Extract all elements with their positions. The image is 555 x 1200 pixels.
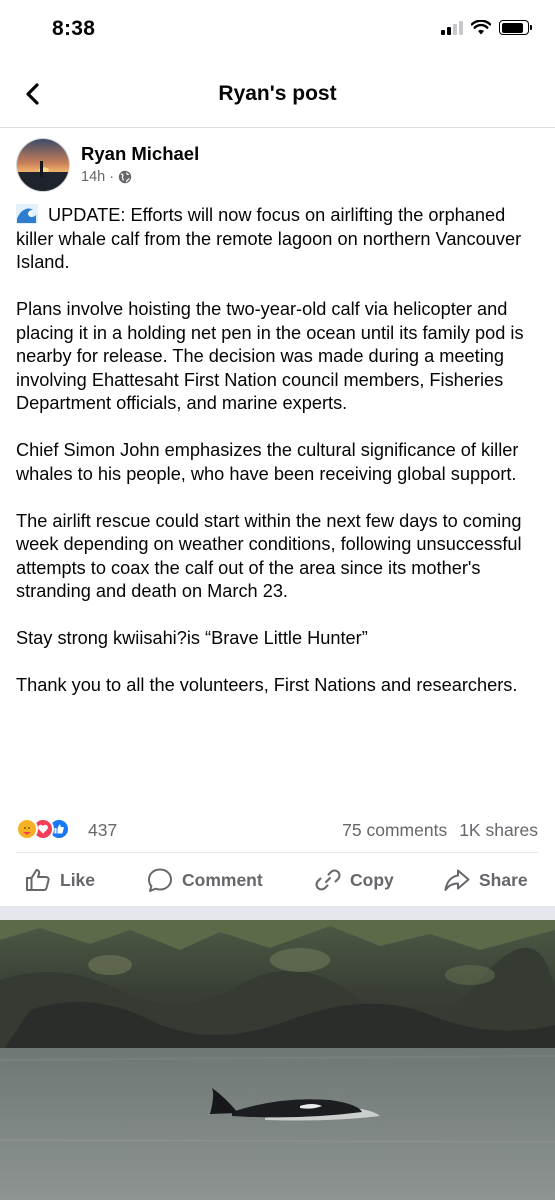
status-icons [441, 20, 532, 35]
post-paragraph-5: Stay strong kwiisahi?is “Brave Little Hu… [16, 628, 368, 648]
meta-separator: · [109, 169, 115, 185]
reaction-icons[interactable] [16, 818, 70, 840]
share-icon [444, 869, 470, 891]
actions-row: Like Comment Copy Share [0, 860, 555, 904]
post-paragraph-2: Plans involve hoisting the two-year-old … [16, 299, 524, 413]
copy-label: Copy [350, 869, 394, 890]
wifi-icon [471, 20, 491, 35]
copy-button[interactable]: Copy [314, 866, 394, 894]
post-paragraph-4: The airlift rescue could start within th… [16, 510, 522, 602]
post-meta: 14h · [81, 169, 132, 185]
post-paragraph-3: Chief Simon John emphasizes the cultural… [16, 440, 519, 484]
nav-bar: Ryan's post [0, 62, 555, 126]
care-icon [16, 818, 38, 840]
post-header: Ryan Michael 14h · [16, 138, 536, 194]
globe-icon [118, 170, 132, 184]
post-photo[interactable] [0, 920, 555, 1200]
shares-count[interactable]: 1K shares [459, 820, 538, 841]
cellular-signal-icon [441, 20, 463, 35]
avatar[interactable] [16, 138, 70, 192]
like-button[interactable]: Like [24, 866, 95, 894]
nav-divider [0, 127, 555, 128]
link-icon [315, 869, 341, 891]
status-time: 8:38 [52, 17, 96, 40]
post-body: UPDATE: Efforts will now focus on airlif… [16, 204, 540, 721]
post-time[interactable]: 14h [81, 169, 105, 185]
page-title: Ryan's post [218, 82, 337, 105]
battery-icon [499, 20, 532, 35]
comment-label: Comment [182, 869, 263, 890]
reaction-count[interactable]: 437 [88, 820, 117, 841]
like-label: Like [60, 869, 96, 890]
comment-icon [148, 868, 172, 892]
post-paragraph-1: UPDATE: Efforts will now focus on airlif… [16, 204, 540, 275]
wave-icon [16, 204, 38, 224]
post-paragraph-6: Thank you to all the volunteers, First N… [16, 675, 518, 695]
engagement-stats: 75 comments 1K shares [342, 820, 538, 841]
feed-divider [0, 906, 555, 920]
share-label: Share [479, 869, 528, 890]
comments-count[interactable]: 75 comments [342, 820, 447, 841]
thumbs-up-icon [26, 869, 50, 891]
author-name[interactable]: Ryan Michael [81, 143, 199, 165]
actions-divider [16, 852, 538, 853]
status-bar: 8:38 [0, 0, 555, 62]
share-button[interactable]: Share [443, 866, 528, 894]
killer-whale-photo [0, 920, 555, 1200]
comment-button[interactable]: Comment [146, 866, 263, 894]
reactions-row: 437 75 comments 1K shares [16, 818, 538, 844]
post-text-1: UPDATE: Efforts will now focus on airlif… [16, 205, 522, 272]
